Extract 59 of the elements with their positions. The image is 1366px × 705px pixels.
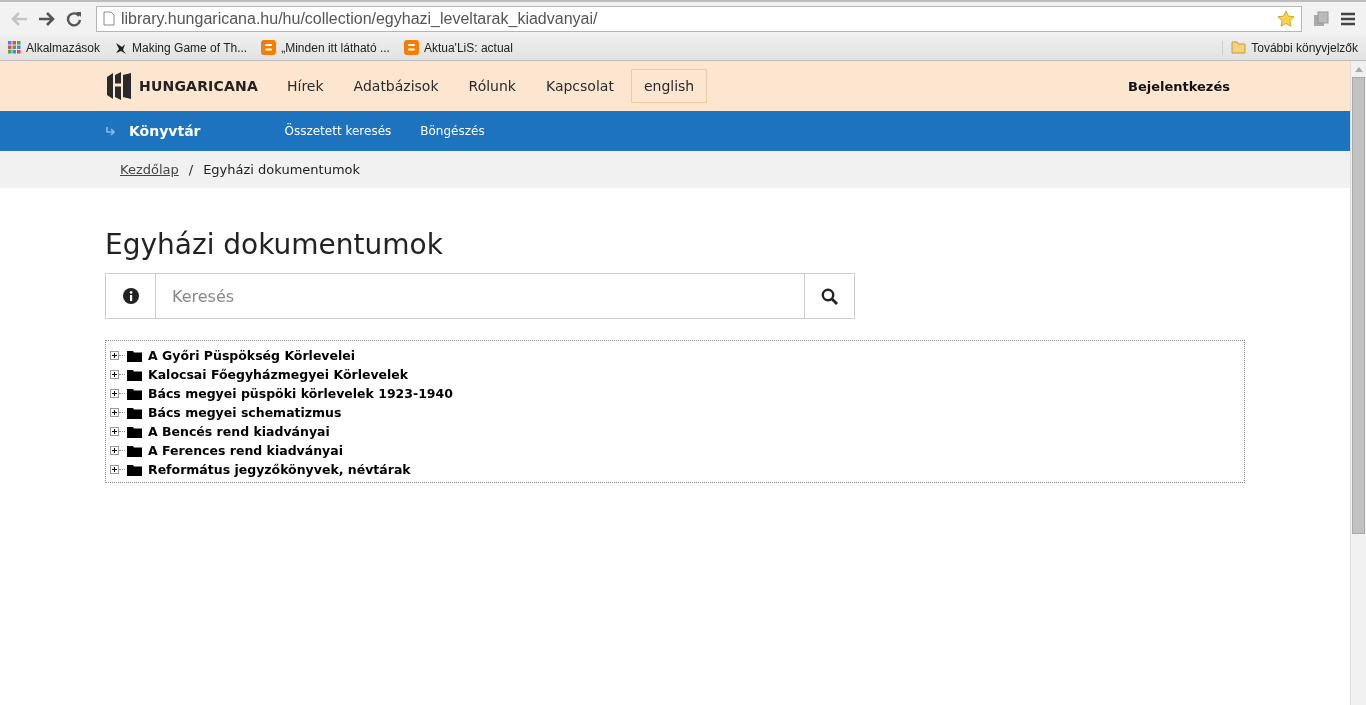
apps-grid-icon <box>8 41 21 54</box>
star-icon[interactable] <box>1277 9 1295 28</box>
expand-icon[interactable] <box>110 446 119 455</box>
return-arrow-icon <box>105 126 115 136</box>
breadcrumb-separator: / <box>188 162 194 177</box>
tree-item[interactable]: Bács megyei püspöki körlevelek 1923-1940 <box>148 386 453 401</box>
expand-icon[interactable] <box>110 351 119 360</box>
nav-link[interactable]: Hírek <box>274 70 337 102</box>
breadcrumb-current: Egyházi dokumentumok <box>203 162 361 177</box>
folder-icon <box>127 425 142 438</box>
nav-link[interactable]: Adatbázisok <box>340 70 452 102</box>
expand-icon[interactable] <box>110 465 119 474</box>
blog-icon <box>261 40 277 55</box>
nav-link[interactable]: Kapcsolat <box>532 70 627 102</box>
expand-icon[interactable] <box>110 370 119 379</box>
page-icon <box>103 11 115 26</box>
folder-icon <box>127 463 142 476</box>
folder-icon <box>1231 41 1247 54</box>
expand-icon[interactable] <box>110 408 119 417</box>
tree-item[interactable]: Református jegyzőkönyvek, névtárak <box>148 462 411 477</box>
tree-item[interactable]: A Bencés rend kiadványai <box>148 424 330 439</box>
login-link[interactable]: Bejelentkezés <box>1128 78 1230 94</box>
breadcrumb-link[interactable]: Kezdőlap <box>120 162 179 177</box>
tree-item[interactable]: Bács megyei schematizmus <box>148 405 342 420</box>
language-button[interactable]: english <box>630 69 708 103</box>
logo-text: HUNGARICANA <box>139 78 258 94</box>
forward-icon[interactable] <box>38 10 56 27</box>
reload-icon[interactable] <box>66 10 82 27</box>
bookmark-link[interactable]: „Minden itt látható ... <box>261 40 390 55</box>
other-bookmarks-link[interactable]: További könyvjelzők <box>1222 40 1358 55</box>
bookmark-link[interactable]: Making Game of Th... <box>114 40 248 55</box>
expand-icon[interactable] <box>110 389 119 398</box>
tree-item[interactable]: Kalocsai Főegyházmegyei Körlevelek <box>148 367 409 382</box>
folder-icon <box>127 444 142 457</box>
folder-icon <box>127 368 142 381</box>
menu-icon[interactable] <box>1340 11 1356 26</box>
info-icon <box>122 288 139 304</box>
folder-icon <box>127 387 142 400</box>
nav-link[interactable]: Rólunk <box>455 70 529 102</box>
tree-item[interactable]: A Ferences rend kiadványai <box>148 443 343 458</box>
page-title: Egyházi dokumentumok <box>105 228 444 261</box>
subnav-link[interactable]: Böngészés <box>420 124 485 138</box>
scrollbar[interactable] <box>1350 61 1366 705</box>
bookmark-link[interactable]: Alkalmazások <box>8 40 101 55</box>
info-button[interactable] <box>105 273 156 319</box>
folder-icon <box>127 406 142 419</box>
tree-item[interactable]: A Győri Püspökség Körlevelei <box>148 348 356 363</box>
search-icon <box>821 287 838 305</box>
search-field[interactable]: Keresés <box>156 273 804 319</box>
folder-icon <box>127 349 142 362</box>
search-button[interactable] <box>804 273 855 319</box>
expand-icon[interactable] <box>110 427 119 436</box>
blog-icon <box>403 40 419 55</box>
section-title: Könyvtár <box>129 123 201 139</box>
scrollbar-thumb[interactable] <box>1352 77 1365 534</box>
logo-icon <box>105 71 133 101</box>
subnav-link[interactable]: Összetett keresés <box>284 124 392 138</box>
bookmark-link[interactable]: Aktua'LiS: actual <box>403 40 513 55</box>
address-bar[interactable]: library.hungaricana.hu/hu/collection/egyhazi_leveltarak_kiadvanyai/ <box>96 5 1302 32</box>
